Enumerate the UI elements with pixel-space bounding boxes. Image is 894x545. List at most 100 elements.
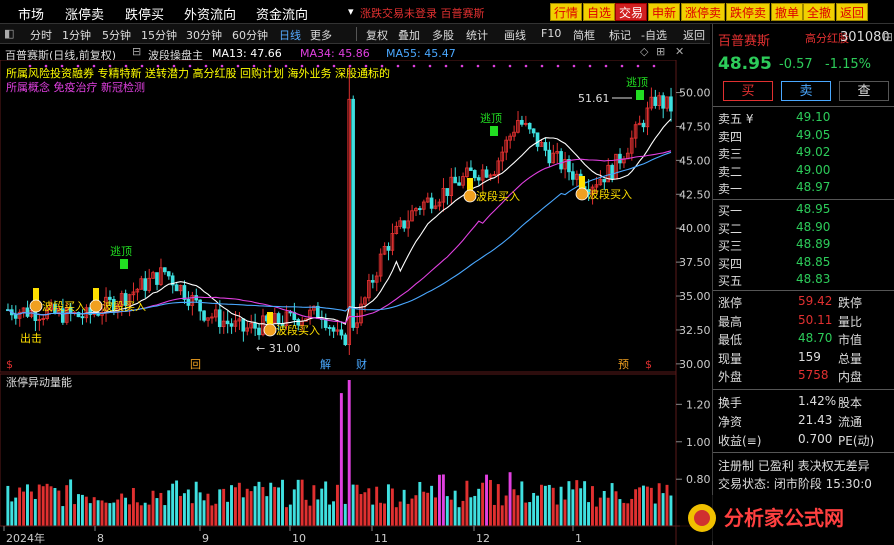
diamond-icon[interactable]: ◇ [640,45,648,58]
sub-title: 涨停异动量能 [6,375,72,389]
expand-icon[interactable]: ⊞ [656,45,665,58]
candle-body [316,305,320,319]
query-button[interactable]: 查 [839,81,889,101]
divider [713,290,894,291]
tab-intraday[interactable]: 分时 [30,27,52,43]
stat2-row-label2: 流通 [838,415,863,429]
volume-bar [33,498,37,526]
tab-60min[interactable]: 60分钟 [232,27,268,43]
bid-row: 买一 48.95 [718,202,893,218]
btn-multi[interactable]: 多股 [432,27,454,43]
candle-body [418,208,422,211]
close-icon[interactable]: ✕ [675,45,684,58]
candle-body [429,197,434,209]
menu-foreign-flow[interactable]: 外资流向 [184,4,236,23]
candle-body [653,96,658,106]
bid-row-label: 买一 [718,204,743,218]
btn-simple[interactable]: 简框 [573,27,595,43]
volume-bar [649,487,653,526]
volume-bar [296,479,300,526]
menu-capital-flow[interactable]: 资金流向 [256,4,308,23]
volume-bar [124,497,128,526]
kline-chart[interactable]: 50.00 47.50 45.00 42.50 40.00 37.50 35.00 32.50… [0,60,712,545]
panel-settings-icon[interactable]: ⊞ [883,30,893,44]
btn-add-watch[interactable]: -自选 [641,27,667,43]
btn-toolbar-back[interactable]: 返回 [683,27,705,43]
buy-icon[interactable] [463,189,477,203]
ask-row-value: 49.05 [796,127,831,142]
signal-dot [156,64,160,68]
tab-15min[interactable]: 15分钟 [141,27,177,43]
buy-icon[interactable] [89,299,103,313]
stat-row-value: 159 [798,349,821,364]
btn-cancel-order[interactable]: 撤单 [771,3,804,21]
buy-icon[interactable] [29,299,43,313]
btn-mark[interactable]: 标记 [609,27,631,43]
btn-f10[interactable]: F10 [541,27,561,40]
signal-dot [252,64,256,68]
stat2-row-label2: 股本 [838,396,863,410]
last-price: 48.95 [718,54,772,74]
period-toolbar: ◧ 分时 1分钟 5分钟 15分钟 30分钟 60分钟 日线 更多 复权 叠加 … [0,24,710,44]
bid-row: 买二 48.90 [718,220,893,236]
btn-watchlist[interactable]: 自选 [583,3,616,21]
volume-bar [488,479,492,526]
btn-limit-down-sell[interactable]: 跌停卖 [726,3,771,21]
volume-bar [591,486,594,526]
btn-ipo[interactable]: 申新 [648,3,681,21]
volume-bar [116,499,120,526]
stat2-row-label: 净资 [718,415,743,429]
menu-limit-down[interactable]: 跌停买 [125,4,164,23]
candle-body [476,177,481,181]
vol-tick-label: 0.80 [686,473,711,486]
volume-bar [665,484,669,526]
volume-bar [598,497,602,526]
stat-row-label2: 市值 [838,333,863,347]
signal-dot [428,64,432,68]
bid-row-value: 48.89 [796,237,831,251]
buy-button[interactable]: 买 [723,81,773,101]
volume-bar [386,484,390,526]
btn-stats[interactable]: 统计 [466,27,488,43]
volume-bar [594,506,598,526]
tab-daily[interactable]: 日线 [279,27,301,43]
tab-5min[interactable]: 5分钟 [102,27,131,43]
candle-body [527,122,532,130]
tab-1min[interactable]: 1分钟 [62,27,91,43]
volume-bar [343,503,347,526]
btn-draw[interactable]: 画线 [504,27,526,43]
volume-bar [202,500,206,526]
chevron-down-icon[interactable]: ▾ [348,5,354,18]
candle-body [535,132,540,147]
volume-bar [171,483,175,526]
btn-limit-up-sell[interactable]: 涨停卖 [681,3,726,21]
tab-more[interactable]: 更多 [310,27,332,43]
volume-bar [504,495,508,526]
btn-quotes[interactable]: 行情 [550,3,583,21]
buy-icon[interactable] [575,187,589,201]
volume-bar [367,488,371,526]
collapse-icon[interactable]: ◧ [4,27,14,40]
btn-overlay[interactable]: 叠加 [398,27,420,43]
volume-bar [555,504,559,526]
volume-bar [390,488,394,526]
candle-body [241,318,246,332]
btn-cancel-all[interactable]: 全撤 [803,3,836,21]
btn-trade[interactable]: 交易 [615,3,648,21]
watermark-logo: 分析家公式网 [680,495,890,541]
btn-back[interactable]: 返回 [836,3,869,21]
sell-button[interactable]: 卖 [781,81,831,101]
volume-bar [575,480,579,526]
signal-dot [380,64,384,68]
tab-30min[interactable]: 30分钟 [186,27,222,43]
menu-market[interactable]: 市场 [18,4,44,23]
btn-adjust[interactable]: 复权 [366,27,388,43]
buy-icon[interactable] [263,323,277,337]
menu-limit-up[interactable]: 涨停卖 [65,4,104,23]
candle-body [610,164,614,180]
volume-bar [159,492,163,526]
low-annotation: ← 31.00 [256,342,300,355]
settings-icon[interactable]: ⊟ [132,45,141,58]
volume-bar [571,489,575,526]
signal-dot [332,64,336,68]
